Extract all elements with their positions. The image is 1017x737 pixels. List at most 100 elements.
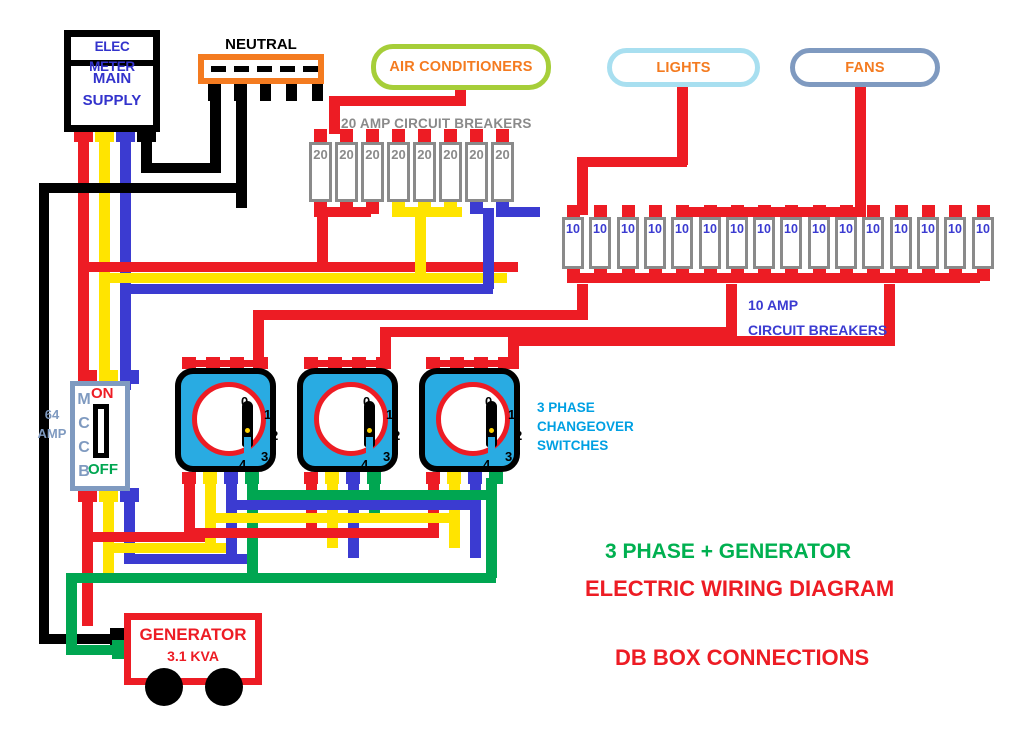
changeover-top-bus xyxy=(182,360,268,367)
breaker-20amp-bottom-bus xyxy=(392,207,462,217)
diagram-title-line2: ELECTRIC WIRING DIAGRAM xyxy=(585,576,895,601)
breaker-20amp-top-terminal xyxy=(340,129,353,143)
breaker-20amp[interactable]: 20 xyxy=(387,142,410,202)
changeover-switches-label: 3 PHASE CHANGEOVER SWITCHES xyxy=(537,398,634,455)
changeover-bottom-terminal xyxy=(182,472,196,484)
changeover-bottom-terminal xyxy=(245,472,259,484)
changeover-dial-number: 4 xyxy=(361,457,369,472)
main-supply-label: MAIN SUPPLY xyxy=(68,68,156,112)
blue-cos-lower-h xyxy=(124,554,257,564)
changeover-dial-number: 2 xyxy=(271,428,279,443)
changeover-bottom-terminal xyxy=(203,472,217,484)
neutral-terminal-pin xyxy=(234,84,245,101)
changeover-dial-number: 1 xyxy=(386,407,394,422)
green-gen-down xyxy=(66,573,77,651)
green-gen-h xyxy=(66,573,496,583)
changeover-top-bus xyxy=(304,360,390,367)
black-neutral-mid-h xyxy=(39,183,247,193)
red-20a-top-h xyxy=(329,96,466,106)
meter-blue-drop xyxy=(120,128,131,390)
changeover-bottom-terminal xyxy=(426,472,440,484)
changeover-bottom-terminal xyxy=(447,472,461,484)
changeover-switch[interactable]: 01234 xyxy=(419,368,522,472)
breakers-10amp-label: 10 AMP CIRCUIT BREAKERS xyxy=(748,293,887,343)
breaker-20amp[interactable]: 20 xyxy=(465,142,488,202)
breaker-20amp[interactable]: 20 xyxy=(309,142,332,202)
breaker-10amp[interactable]: 10 xyxy=(726,217,748,269)
changeover-switch[interactable]: 01234 xyxy=(175,368,279,472)
breaker-20amp[interactable]: 20 xyxy=(413,142,436,202)
breaker-10amp[interactable]: 10 xyxy=(589,217,611,269)
breaker-10amp[interactable]: 10 xyxy=(699,217,721,269)
breaker-20amp[interactable]: 20 xyxy=(491,142,514,202)
changeover-bottom-terminal xyxy=(325,472,339,484)
neutral-dash xyxy=(303,66,318,72)
breaker-20amp[interactable]: 20 xyxy=(361,142,384,202)
breaker-10amp[interactable]: 10 xyxy=(835,217,857,269)
load-pill-air-conditioners[interactable]: AIR CONDITIONERS xyxy=(371,44,551,90)
changeover-dial-number: 3 xyxy=(261,449,269,464)
red-10a-out-mid-v xyxy=(726,284,737,327)
breaker-20amp-bottom-terminal xyxy=(470,202,483,214)
breaker-20amp[interactable]: 20 xyxy=(439,142,462,202)
breaker-10amp[interactable]: 10 xyxy=(753,217,775,269)
changeover-hub xyxy=(489,428,494,433)
changeover-bottom-terminal xyxy=(489,472,503,484)
breakers-10amp-label-line1: 10 AMP xyxy=(748,297,799,313)
mccb-rating-line1: 64 xyxy=(44,407,60,422)
breaker-20amp-top-terminal xyxy=(314,129,327,143)
meter-yellow-drop xyxy=(99,128,110,390)
diagram-title-line3: DB BOX CONNECTIONS xyxy=(615,645,870,670)
blue-interlink-h xyxy=(237,500,481,510)
red-fans-v xyxy=(855,87,866,217)
load-pill-lights[interactable]: LIGHTS xyxy=(607,48,760,87)
changeover-bottom-terminal xyxy=(224,472,238,484)
neutral-terminal-pin xyxy=(208,84,219,101)
red-ac-drop xyxy=(455,88,466,106)
mccb-rating-line2: AMP xyxy=(37,426,67,441)
mccb-lever[interactable] xyxy=(93,404,109,458)
breaker-20amp-top-terminal xyxy=(444,129,457,143)
diagram-title-line1: 3 PHASE + GENERATOR xyxy=(605,540,852,563)
breaker-10amp[interactable]: 10 xyxy=(671,217,693,269)
breaker-20amp-top-terminal xyxy=(496,129,509,143)
main-supply-line1: MAIN xyxy=(92,70,132,87)
breaker-10amp[interactable]: 10 xyxy=(862,217,884,269)
red-bus-h1 xyxy=(88,262,518,272)
yellow-mccb-down xyxy=(103,488,114,573)
changeover-bottom-terminal xyxy=(468,472,482,484)
generator-wheel xyxy=(145,668,183,706)
breaker-10amp[interactable]: 10 xyxy=(644,217,666,269)
generator-wheel xyxy=(205,668,243,706)
breaker-20amp-bottom-bus xyxy=(314,207,371,217)
neutral-dash xyxy=(234,66,249,72)
mccb-letter: M xyxy=(77,391,91,408)
breaker-20amp-top-terminal xyxy=(470,129,483,143)
mccb-letter: C xyxy=(78,415,90,432)
mccb-letter: C xyxy=(78,439,90,456)
changeover-dial: 01234 xyxy=(314,382,400,472)
red-10a-out-left-h xyxy=(253,310,588,320)
breaker-10amp[interactable]: 10 xyxy=(917,217,939,269)
changeover-switch[interactable]: 01234 xyxy=(297,368,400,472)
yellow-interlink-h xyxy=(216,513,460,523)
breaker-10amp[interactable]: 10 xyxy=(808,217,830,269)
breaker-10amp[interactable]: 10 xyxy=(617,217,639,269)
main-supply-line2: SUPPLY xyxy=(82,92,142,109)
breaker-10amp[interactable]: 10 xyxy=(780,217,802,269)
changeover-dial-number: 3 xyxy=(383,449,391,464)
changeover-label-line3: SWITCHES xyxy=(537,438,609,453)
neutral-terminal-pin xyxy=(312,84,323,101)
breaker-10amp[interactable]: 10 xyxy=(944,217,966,269)
changeover-dial-number: 1 xyxy=(508,407,516,422)
generator-rating-label: 3.1 KVA xyxy=(167,648,219,664)
neutral-dash xyxy=(211,66,226,72)
gen-down-red xyxy=(82,616,93,626)
wiring-diagram-canvas: ELEC METER MAIN SUPPLY NEUTRAL AIR CONDI… xyxy=(0,0,1017,737)
breaker-10amp[interactable]: 10 xyxy=(890,217,912,269)
breaker-20amp-top-terminal xyxy=(392,129,405,143)
breaker-10amp[interactable]: 10 xyxy=(972,217,994,269)
load-pill-fans[interactable]: FANS xyxy=(790,48,940,87)
breaker-20amp[interactable]: 20 xyxy=(335,142,358,202)
breaker-10amp[interactable]: 10 xyxy=(562,217,584,269)
